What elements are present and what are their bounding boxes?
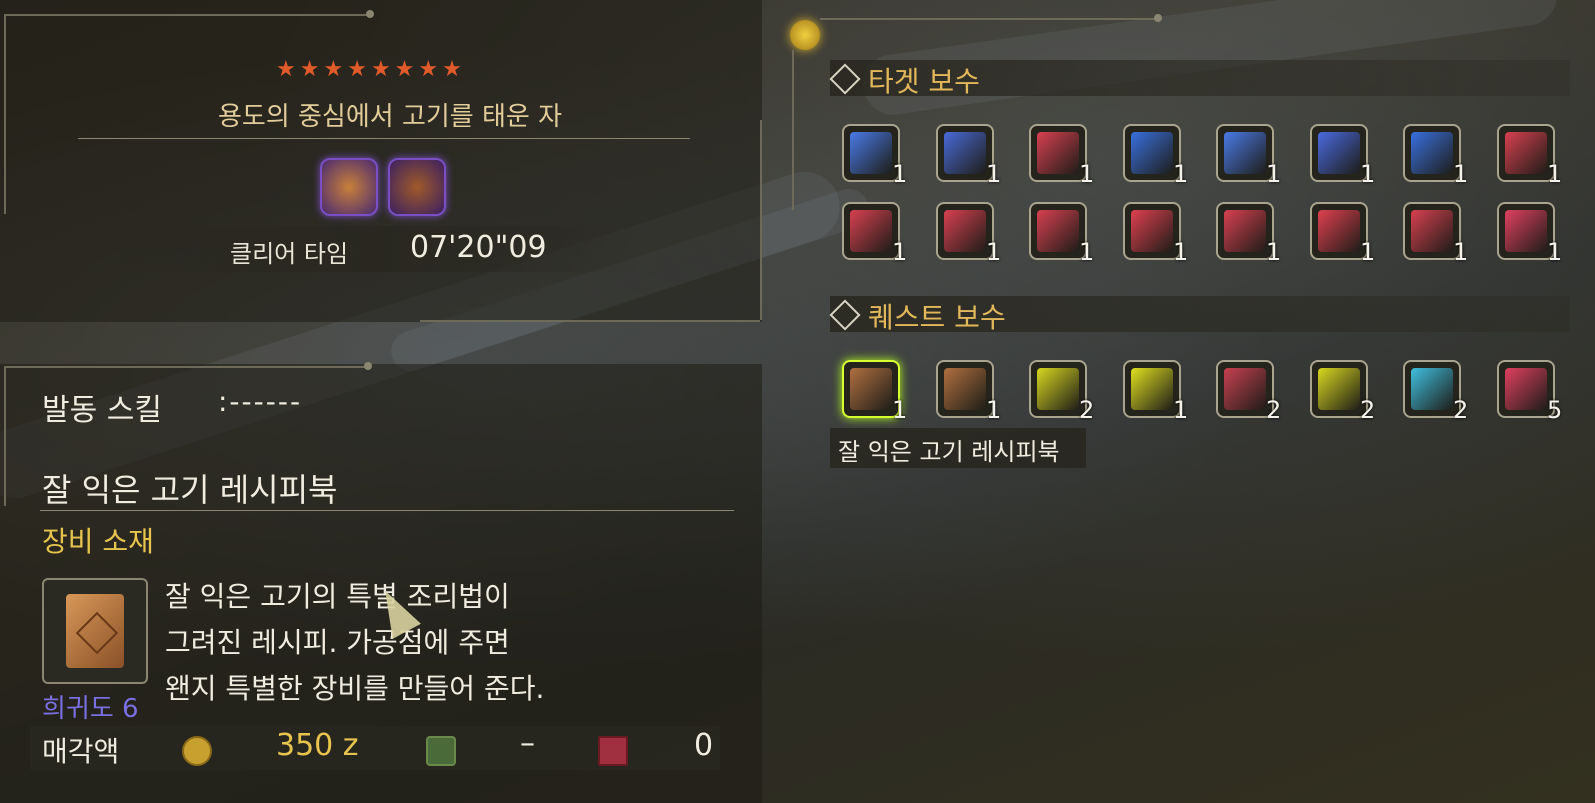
reward-quantity: 2	[1453, 396, 1469, 424]
reward-quantity: 1	[1453, 238, 1469, 266]
frame-line	[4, 14, 6, 214]
reward-quantity: 1	[1266, 238, 1282, 266]
reward-quantity: 1	[1453, 160, 1469, 188]
scroll-icon	[850, 132, 892, 174]
frame-line	[4, 366, 6, 506]
reward-quantity: 1	[986, 238, 1002, 266]
flask-icon	[1505, 210, 1547, 252]
star-icon: ★	[394, 57, 415, 82]
recipe-book-icon	[944, 368, 986, 410]
reward-quantity: 1	[1547, 160, 1563, 188]
jewel-icon	[1318, 368, 1360, 410]
monster-icon	[388, 158, 446, 216]
sac-icon	[1505, 132, 1547, 174]
description-line: 그려진 레시피. 가공점에 주면	[165, 626, 510, 659]
item-name: 잘 익은 고기 레시피북	[42, 471, 338, 509]
reward-quantity: 1	[1266, 160, 1282, 188]
active-skill-label: 발동 스킬	[42, 393, 162, 428]
jewel-icon	[1411, 368, 1453, 410]
mystery-icon	[1224, 368, 1266, 410]
star-icon: ★	[347, 57, 367, 82]
description-line: 잘 익은 고기의 특별 조리법이	[165, 580, 510, 613]
monster-icon	[320, 158, 378, 216]
frame-dot	[366, 10, 374, 18]
reward-quantity: 1	[1173, 160, 1189, 188]
carapace-icon	[1131, 132, 1173, 174]
star-icon: ★	[323, 57, 344, 82]
claw-icon	[1037, 132, 1079, 174]
reward-quantity: 1	[1079, 160, 1095, 188]
reward-quantity: 1	[892, 160, 908, 188]
scroll-icon	[944, 210, 986, 252]
research-points-icon	[426, 736, 456, 766]
clear-time-row	[110, 226, 640, 272]
jewel-icon	[1037, 368, 1079, 410]
box-icon	[598, 736, 628, 766]
recipe-book-icon	[850, 368, 892, 410]
reward-quantity: 1	[892, 396, 908, 424]
recipe-book-icon	[42, 578, 148, 684]
frame-line	[4, 366, 368, 368]
reward-quantity: 1	[1079, 238, 1095, 266]
quest-summary-panel	[0, 0, 762, 322]
reward-quantity: 1	[1173, 238, 1189, 266]
quest-title: 용도의 중심에서 고기를 태운 자	[217, 102, 563, 132]
star-icon: ★	[418, 57, 439, 82]
reward-quantity: 1	[1547, 238, 1563, 266]
scroll-icon	[1131, 368, 1173, 410]
frame-line	[820, 18, 1160, 20]
frame-dot	[364, 362, 372, 370]
rarity-label: 희귀도 6	[42, 694, 139, 724]
frame-line	[4, 14, 372, 16]
frame-line	[420, 320, 760, 322]
reward-quantity: 1	[892, 238, 908, 266]
reward-quantity: 2	[1360, 396, 1376, 424]
reward-quantity: 2	[1266, 396, 1282, 424]
reward-quantity: 1	[1173, 396, 1189, 424]
star-icon: ★	[370, 57, 391, 82]
star-icon: ★	[442, 57, 462, 82]
sell-other-value: 0	[694, 728, 714, 763]
item-category: 장비 소재	[42, 525, 154, 558]
reward-quantity: 1	[986, 396, 1002, 424]
reward-tooltip-text: 잘 익은 고기 레시피북	[838, 438, 1060, 466]
zenny-icon	[182, 736, 212, 766]
ticket-icon	[1505, 368, 1547, 410]
quest-rewards-title: 퀘스트 보수	[868, 301, 1006, 334]
sell-zenny-value: 350 z	[276, 728, 359, 763]
scroll-icon	[850, 210, 892, 252]
star-icon: ★	[299, 57, 320, 82]
star-icon: ★	[276, 57, 296, 82]
reward-quantity: 5	[1547, 396, 1563, 424]
sun-ornament-icon	[790, 20, 820, 50]
description-line: 왠지 특별한 장비를 만들어 준다.	[165, 672, 545, 705]
frame-line	[760, 120, 762, 320]
reward-quantity: 1	[1360, 160, 1376, 188]
gem-icon	[1318, 210, 1360, 252]
frame-line	[792, 50, 794, 210]
active-skill-value: :------	[218, 385, 303, 418]
item-divider	[40, 510, 734, 511]
orb-icon	[1411, 210, 1453, 252]
carapace-icon	[1411, 132, 1453, 174]
horn-icon	[944, 132, 986, 174]
clear-time-label: 클리어 타임	[230, 240, 349, 268]
title-divider	[78, 138, 690, 139]
reward-quantity: 1	[1360, 238, 1376, 266]
frame-dot	[1154, 14, 1162, 22]
sell-price-label: 매각액	[42, 735, 120, 768]
reward-quantity: 1	[986, 160, 1002, 188]
item-description: 잘 익은 고기의 특별 조리법이 그려진 레시피. 가공점에 주면 왠지 특별한…	[165, 574, 544, 712]
scroll-icon	[1224, 132, 1266, 174]
scroll-icon	[1224, 210, 1266, 252]
gem-icon	[1131, 210, 1173, 252]
target-rewards-title: 타겟 보수	[868, 65, 980, 98]
difficulty-stars: ★ ★ ★ ★ ★ ★ ★ ★	[276, 58, 462, 82]
orb-icon	[1318, 132, 1360, 174]
horn-icon	[1037, 210, 1079, 252]
reward-quantity: 2	[1079, 396, 1095, 424]
sell-points-value: –	[520, 726, 535, 761]
clear-time-value: 07'20"09	[410, 230, 547, 265]
